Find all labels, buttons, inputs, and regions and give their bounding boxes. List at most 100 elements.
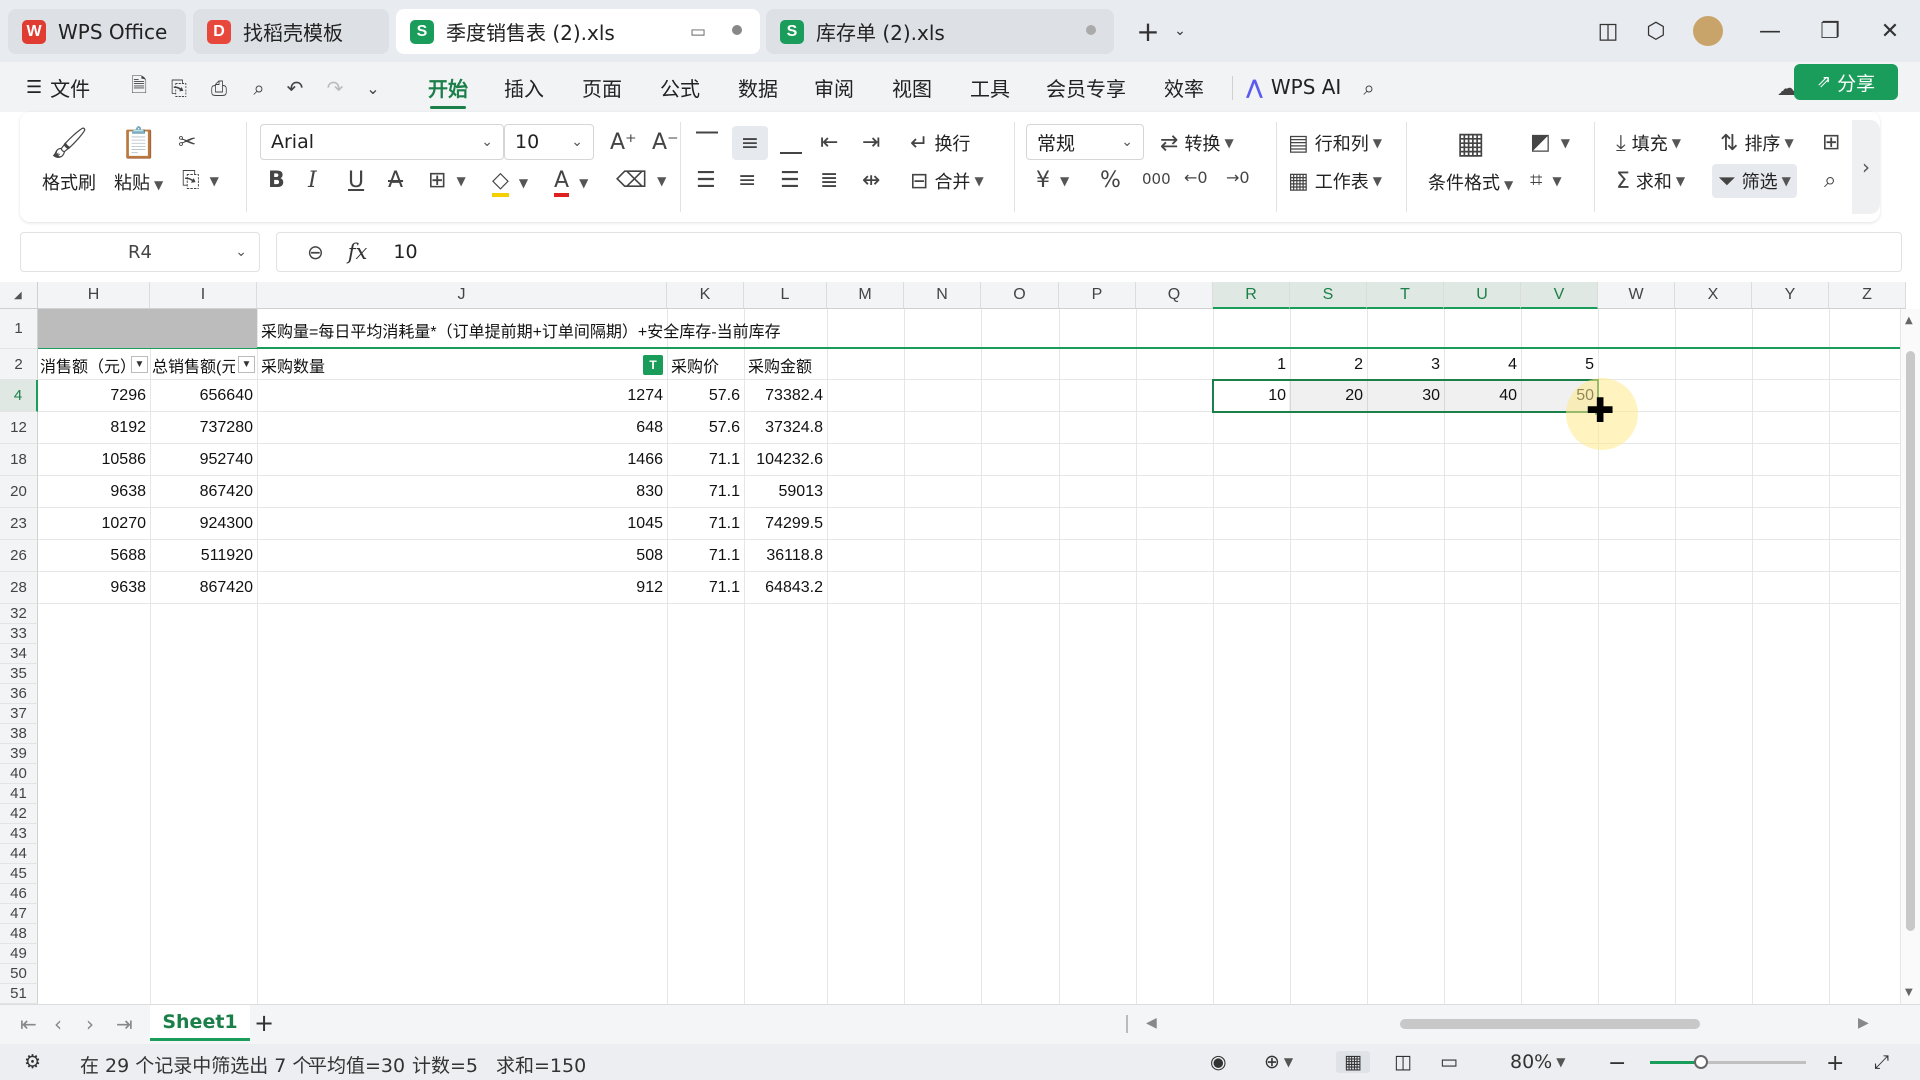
cell[interactable]: 71.1 (667, 444, 744, 475)
unsaved-dot-icon[interactable] (732, 25, 742, 35)
tab-inventory-sheet[interactable]: S 库存单 (2).xls (766, 9, 1114, 54)
filter-dropdown-icon[interactable]: ▼ (238, 356, 255, 373)
cell[interactable]: 59013 (744, 476, 827, 507)
average-value[interactable]: 平均值=30 (308, 1051, 405, 1078)
merged-gray-cell[interactable] (38, 309, 257, 348)
page-break-view-button[interactable]: ▭ (1440, 1051, 1458, 1073)
share-button[interactable]: ⇗ 分享 (1794, 64, 1898, 100)
col-header-v[interactable]: V (1521, 282, 1598, 309)
bold-button[interactable]: B (268, 168, 291, 193)
count-value[interactable]: 计数=5 (412, 1051, 478, 1078)
cell[interactable]: 20 (1290, 380, 1367, 411)
convert-button[interactable]: ⇄ 转换 ▼ (1160, 130, 1234, 156)
layout-icon[interactable]: ◫ (1588, 12, 1628, 50)
sheet-tab-sheet1[interactable]: Sheet1 (150, 1005, 250, 1041)
cell[interactable]: 5 (1521, 349, 1598, 380)
increase-font-button[interactable]: A⁺ (610, 130, 643, 155)
avatar[interactable] (1688, 12, 1728, 50)
next-sheet-icon[interactable]: › (86, 1012, 94, 1036)
vertical-scrollbar[interactable]: ▲ ▼ (1900, 309, 1920, 1004)
cell[interactable]: 2 (1290, 349, 1367, 380)
row-header[interactable]: 50 (0, 964, 38, 984)
scroll-left-icon[interactable]: ◀ (1146, 1015, 1157, 1031)
first-sheet-icon[interactable]: ⇤ (20, 1012, 37, 1036)
last-sheet-icon[interactable]: ⇥ (116, 1012, 133, 1036)
percent-button[interactable]: % (1100, 168, 1127, 193)
row-header[interactable]: 42 (0, 804, 38, 824)
row-header[interactable]: 26 (0, 540, 38, 572)
cell[interactable]: 7296 (38, 380, 150, 411)
cell-style-button[interactable]: ◩ ▼ (1530, 130, 1570, 155)
row-header[interactable]: 33 (0, 624, 38, 644)
find-button[interactable]: ⌕ (1824, 168, 1842, 193)
tab-view[interactable]: 视图 (892, 71, 932, 103)
close-dot-icon[interactable] (1086, 25, 1096, 35)
worksheet-button[interactable]: ▦ 工作表 ▼ (1288, 168, 1382, 194)
zoom-slider[interactable] (1650, 1055, 1806, 1069)
scroll-up-icon[interactable]: ▲ (1905, 315, 1913, 326)
wrap-text-button[interactable]: ↵ 换行 (910, 130, 970, 156)
col-header-l[interactable]: L (744, 282, 827, 309)
header-total-sales[interactable]: 总销售额(元 ▼ (150, 349, 257, 380)
function-icon[interactable]: fx (348, 240, 368, 264)
cell[interactable]: 511920 (150, 540, 257, 571)
formula-note[interactable]: 采购量=每日平均消耗量*（订单提前期+订单间隔期）+安全库存-当前库存 (257, 314, 837, 345)
col-header-w[interactable]: W (1598, 282, 1675, 309)
cell[interactable]: 40 (1444, 380, 1521, 411)
col-header-y[interactable]: Y (1752, 282, 1829, 309)
cell[interactable]: 508 (257, 540, 667, 571)
cell[interactable]: 57.6 (667, 380, 744, 411)
justify-button[interactable]: ≣ (820, 168, 844, 193)
row-header[interactable]: 40 (0, 764, 38, 784)
zoom-slider-knob[interactable] (1694, 1055, 1709, 1069)
tab-wps-office[interactable]: W WPS Office (8, 9, 186, 54)
scroll-down-icon[interactable]: ▼ (1905, 987, 1913, 998)
cell[interactable]: 952740 (150, 444, 257, 475)
save-icon[interactable]: 🗎 (124, 73, 154, 102)
row-header[interactable]: 47 (0, 904, 38, 924)
cell[interactable]: 3 (1367, 349, 1444, 380)
filter-dropdown-icon[interactable]: ▼ (131, 356, 148, 373)
cell[interactable]: 656640 (150, 380, 257, 411)
align-middle-button[interactable]: ≡ (732, 126, 768, 160)
tab-tools[interactable]: 工具 (970, 71, 1010, 103)
active-filter-icon[interactable]: T (643, 354, 663, 375)
ribbon-scroll-right-icon[interactable]: › (1852, 120, 1880, 214)
cell[interactable]: 10 (1213, 380, 1290, 411)
cloud-icon[interactable]: ⎘ (164, 74, 194, 102)
header-purchase-amount[interactable]: 采购金额 (744, 349, 827, 380)
zoom-lens-icon[interactable]: ⊖ (307, 240, 324, 264)
font-color-button[interactable]: A ▼ (554, 168, 588, 197)
zoom-out-button[interactable]: − (1608, 1051, 1626, 1076)
page-layout-view-button[interactable]: ◫ (1394, 1051, 1412, 1073)
header-purchase-qty[interactable]: 采购数量 T (257, 349, 667, 380)
row-header[interactable]: 36 (0, 684, 38, 704)
zoom-level[interactable]: 80% ▼ (1510, 1051, 1565, 1073)
col-header-s[interactable]: S (1290, 282, 1367, 309)
font-name-select[interactable]: Arial ⌄ (260, 124, 504, 160)
macro-icon[interactable]: ⚙ (24, 1051, 41, 1073)
col-header-j[interactable]: J (257, 282, 667, 309)
underline-button[interactable]: U (348, 168, 370, 193)
increase-indent-button[interactable]: ⇥ (862, 130, 886, 155)
print-icon[interactable]: ⎙ (204, 74, 234, 102)
cell[interactable]: 5688 (38, 540, 150, 571)
tab-home[interactable]: 开始 (428, 71, 468, 109)
number-format-select[interactable]: 常规 ⌄ (1026, 124, 1144, 160)
row-header[interactable]: 48 (0, 924, 38, 944)
cell[interactable]: 10586 (38, 444, 150, 475)
wps-ai-button[interactable]: ⋀ WPS AI (1246, 71, 1341, 103)
normal-view-button[interactable]: ▦ (1336, 1051, 1370, 1073)
clear-button[interactable]: ⌫ ▼ (616, 168, 666, 193)
merge-button[interactable]: ⊟ 合并 ▼ (910, 168, 984, 194)
tab-review[interactable]: 审阅 (814, 71, 854, 103)
align-left-button[interactable]: ☰ (696, 168, 722, 193)
col-header-p[interactable]: P (1059, 282, 1136, 309)
more-chevron-icon[interactable]: ⌄ (358, 74, 388, 102)
col-header-h[interactable]: H (38, 282, 150, 309)
crosshair-icon[interactable]: ⊕ ▼ (1264, 1051, 1293, 1073)
freeze-button[interactable]: ⊞ (1822, 130, 1846, 155)
zoom-in-button[interactable]: + (1826, 1051, 1844, 1076)
row-header[interactable]: 32 (0, 604, 38, 624)
eye-protection-icon[interactable]: ◉ (1210, 1051, 1227, 1073)
